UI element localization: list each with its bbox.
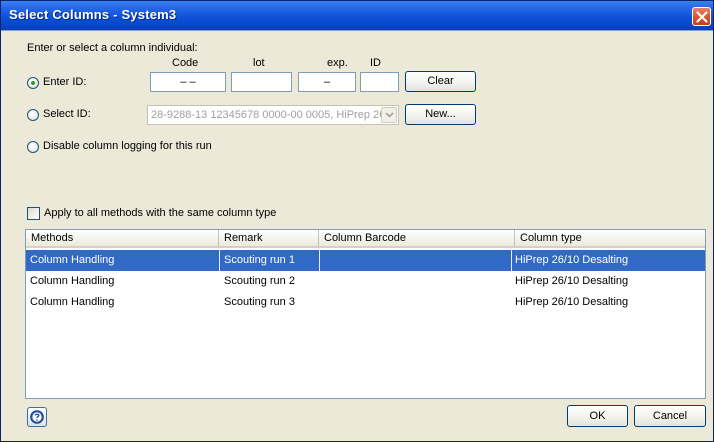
cancel-button[interactable]: Cancel <box>634 405 706 427</box>
barcode-cell <box>320 292 324 313</box>
table-row[interactable]: Column Handling Scouting run 1 HiPrep 26… <box>26 250 705 271</box>
method-cell: Column Handling <box>30 275 115 287</box>
close-button[interactable] <box>692 7 711 26</box>
new-button[interactable]: New... <box>405 104 476 125</box>
table-row[interactable]: Column Handling Scouting run 3 HiPrep 26… <box>26 292 705 313</box>
close-icon <box>696 11 708 23</box>
window-title: Select Columns - System3 <box>9 7 177 22</box>
code-field[interactable]: – – <box>150 72 226 92</box>
column-header-remark[interactable]: Remark <box>219 230 319 247</box>
remark-cell: Scouting run 3 <box>224 296 295 308</box>
select-id-combobox[interactable]: 28-9288-13 12345678 0000-00 0005, HiPrep… <box>147 105 399 125</box>
method-cell: Column Handling <box>30 254 115 266</box>
select-id-combobox-value: 28-9288-13 12345678 0000-00 0005, HiPrep… <box>151 109 392 121</box>
select-columns-dialog: Select Columns - System3 Enter or select… <box>0 0 714 442</box>
lot-header: lot <box>253 57 265 69</box>
exp-field[interactable]: – <box>298 72 356 92</box>
barcode-cell <box>320 271 324 292</box>
code-header: Code <box>172 57 199 69</box>
lot-field[interactable] <box>231 72 292 92</box>
select-id-label: Select ID: <box>43 108 91 120</box>
title-bar[interactable]: Select Columns - System3 <box>1 1 713 30</box>
id-field[interactable] <box>360 72 399 92</box>
method-cell: Column Handling <box>30 296 115 308</box>
remark-cell: Scouting run 2 <box>224 275 295 287</box>
type-cell: HiPrep 26/10 Desalting <box>515 296 629 308</box>
help-icon <box>30 410 44 424</box>
column-header-barcode[interactable]: Column Barcode <box>319 230 515 247</box>
disable-logging-radio[interactable] <box>27 141 39 153</box>
remark-cell: Scouting run 1 <box>224 254 295 266</box>
exp-header: exp. <box>327 57 348 69</box>
help-button[interactable] <box>27 407 47 427</box>
apply-all-checkbox[interactable] <box>27 207 40 220</box>
disable-logging-label: Disable column logging for this run <box>43 140 212 152</box>
enter-id-radio[interactable] <box>27 77 39 89</box>
column-header-methods[interactable]: Methods <box>26 230 219 247</box>
select-id-dropdown-button[interactable] <box>381 107 397 123</box>
table-header: Methods Remark Column Barcode Column typ… <box>26 230 705 248</box>
type-cell: HiPrep 26/10 Desalting <box>515 275 629 287</box>
instruction-label: Enter or select a column individual: <box>27 42 198 54</box>
barcode-cell <box>320 250 324 271</box>
methods-table: Methods Remark Column Barcode Column typ… <box>25 229 706 399</box>
type-cell: HiPrep 26/10 Desalting <box>515 254 629 266</box>
title-divider <box>1 30 713 31</box>
column-header-type[interactable]: Column type <box>515 230 705 247</box>
table-row[interactable]: Column Handling Scouting run 2 HiPrep 26… <box>26 271 705 292</box>
apply-all-label: Apply to all methods with the same colum… <box>44 207 277 219</box>
ok-button[interactable]: OK <box>567 405 628 427</box>
enter-id-label: Enter ID: <box>43 76 87 88</box>
clear-button[interactable]: Clear <box>405 71 476 92</box>
chevron-down-icon <box>385 112 394 118</box>
select-id-radio[interactable] <box>27 109 39 121</box>
id-header: ID <box>370 57 381 69</box>
